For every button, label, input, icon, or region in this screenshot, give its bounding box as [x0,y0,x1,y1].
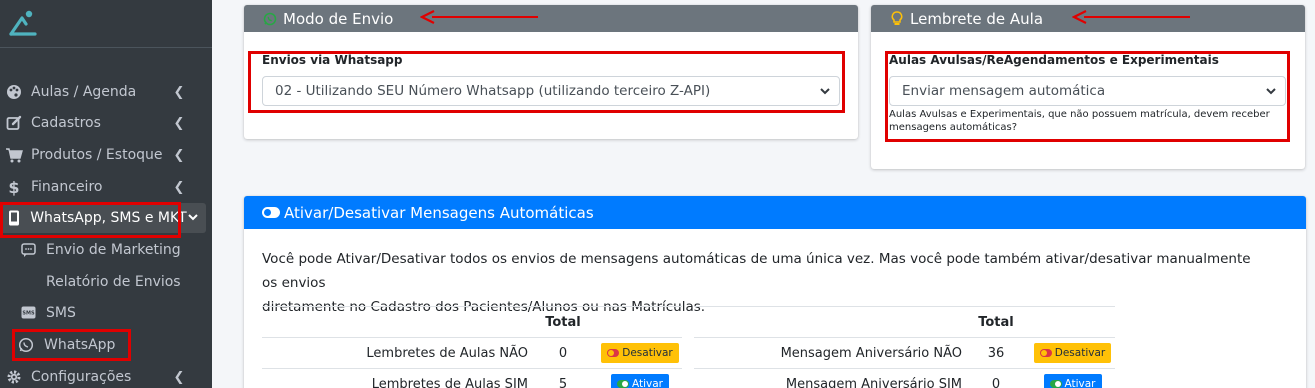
chevron-left-icon: ❮ [173,369,185,385]
table-header-row: Total [262,306,682,338]
envios-whatsapp-select[interactable]: 02 - Utilizando SEU Número Whatsapp (uti… [262,76,840,106]
toggle-on-icon [617,380,629,388]
row-label: Lembretes de Aulas NÃO [262,337,528,369]
palette-icon [5,83,23,101]
svg-text:SMS: SMS [22,311,35,317]
row-total: 36 [962,337,1030,369]
gear-icon [5,368,23,386]
row-total: 5 [528,368,598,388]
sidebar-subitem-whatsapp[interactable]: WhatsApp [0,330,208,360]
sidebar-item-label: Configurações [31,369,132,385]
edit-icon [5,114,23,132]
chevron-left-icon: ❮ [173,115,185,131]
sidebar-item-whatsapp-sms-mkt[interactable]: WhatsApp, SMS e MKT [0,203,206,233]
sidebar-item-label: Produtos / Estoque [31,147,163,163]
aulas-avulsas-select[interactable]: Enviar mensagem automática [889,76,1286,106]
chevron-down-icon [187,211,200,226]
row-label: Lembretes de Aulas SIM [262,368,528,388]
row-label: Mensagem Aniversário SIM [694,368,962,388]
table-header-row: Total [694,306,1115,338]
table-row: Mensagem Aniversário NÃO 36 Desativar [694,337,1115,369]
modo-envio-header: Modo de Envio [244,5,858,32]
logo-icon [9,10,37,36]
button-label: Desativar [1054,347,1106,359]
sidebar-subitem-envio-marketing[interactable]: Envio de Marketing [0,235,208,265]
mobile-icon [5,209,22,227]
sidebar-item-aulas-agenda[interactable]: Aulas / Agenda ❮ [0,77,208,107]
card-title: Ativar/Desativar Mensagens Automáticas [284,203,594,222]
select-value: Enviar mensagem automática [902,83,1106,99]
help-text: Aulas Avulsas e Experimentais, que não p… [889,108,1270,134]
sidebar-subitem-relatorio-envios[interactable]: Relatório de Envios [0,267,208,297]
comment-icon [20,242,36,258]
dollar-icon: $ [8,177,20,197]
ativar-button[interactable]: Ativar [1043,374,1102,388]
button-label: Ativar [632,378,663,388]
button-label: Ativar [1064,378,1096,388]
row-total: 0 [528,337,598,369]
sidebar-item-configuracoes[interactable]: Configurações ❮ [0,362,208,388]
sidebar-subitem-label: SMS [46,305,76,321]
sidebar-item-produtos-estoque[interactable]: Produtos / Estoque ❮ [0,140,208,170]
sidebar-subitem-sms[interactable]: SMS SMS [0,298,208,328]
ativar-desativar-card: Ativar/Desativar Mensagens Automáticas V… [244,196,1306,388]
description-line: Você pode Ativar/Desativar todos os envi… [262,251,1251,291]
sidebar-item-label: Cadastros [31,115,101,131]
lightbulb-icon [889,11,904,26]
desativar-button[interactable]: Desativar [601,343,679,363]
toggle-off-icon [607,349,620,357]
toggle-icon [262,207,280,218]
whatsapp-icon [18,337,34,353]
brand[interactable] [0,0,212,48]
help-text-line: mensagens automáticas? [889,122,1018,133]
sidebar-item-label: WhatsApp, SMS e MKT [30,210,187,226]
document-icon [20,274,36,290]
sidebar-item-label: Financeiro [31,179,103,195]
column-header-total: Total [528,306,598,338]
modo-envio-card: Modo de Envio Envios via Whatsapp 02 - U… [244,5,858,139]
sidebar: Aulas / Agenda ❮ Cadastros ❮ Produtos / … [0,0,212,388]
table-row: Lembretes de Aulas NÃO 0 Desativar [262,337,682,369]
card-title: Lembrete de Aula [910,9,1044,28]
table-row: Lembretes de Aulas SIM 5 Ativar [262,368,682,388]
lembretes-table: Total Lembretes de Aulas NÃO 0 Desativar… [262,306,682,388]
column-header-total: Total [962,306,1030,338]
row-label: Mensagem Aniversário NÃO [694,337,962,369]
chevron-left-icon: ❮ [173,147,185,163]
chevron-left-icon: ❮ [173,84,185,100]
field-label: Envios via Whatsapp [262,53,403,67]
field-label: Aulas Avulsas/ReAgendamentos e Experimen… [889,53,1219,67]
sidebar-item-financeiro[interactable]: $ Financeiro ❮ [0,172,208,202]
toggle-on-icon [1049,380,1062,388]
button-label: Desativar [622,347,673,359]
row-total: 0 [962,368,1030,388]
sidebar-subitem-label: Envio de Marketing [46,242,181,258]
cart-icon [5,146,23,164]
chevron-down-icon [820,88,830,95]
card-title: Modo de Envio [283,9,394,28]
table-row: Mensagem Aniversário SIM 0 Ativar [694,368,1115,388]
desativar-button[interactable]: Desativar [1033,343,1112,363]
sidebar-item-label: Aulas / Agenda [31,84,137,100]
chevron-down-icon [1266,88,1276,95]
sidebar-item-cadastros[interactable]: Cadastros ❮ [0,108,208,138]
ativar-header: Ativar/Desativar Mensagens Automáticas [244,196,1306,229]
help-text-line: Aulas Avulsas e Experimentais, que não p… [889,109,1270,120]
red-arrow-annotation [420,10,538,24]
whatsapp-icon [262,11,277,26]
ativar-button[interactable]: Ativar [611,374,669,388]
red-arrow-annotation [1072,10,1190,24]
toggle-off-icon [1039,349,1052,357]
select-value: 02 - Utilizando SEU Número Whatsapp (uti… [275,83,711,99]
sidebar-subitem-label: WhatsApp [44,337,116,353]
sidebar-subitem-label: Relatório de Envios [46,274,181,290]
sms-icon: SMS [20,305,36,321]
chevron-left-icon: ❮ [173,179,185,195]
aniversario-table: Total Mensagem Aniversário NÃO 36 Desati… [694,306,1115,388]
lembrete-aula-card: Lembrete de Aula Aulas Avulsas/ReAgendam… [871,5,1305,169]
